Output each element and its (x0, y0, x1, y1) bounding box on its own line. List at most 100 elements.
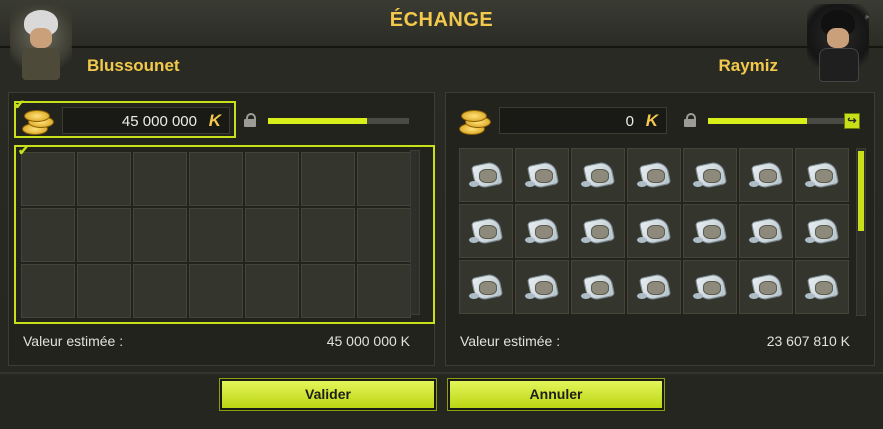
inventory-slot[interactable] (77, 208, 131, 262)
right-trade-panel: 0 K ↪ Valeur estimée : 23 607 810 K (445, 92, 875, 366)
kamas-coins-icon (459, 107, 491, 135)
lock-icon (684, 113, 696, 127)
validate-button[interactable]: Valider (219, 378, 437, 411)
scroll-item-icon (525, 213, 560, 247)
inventory-slot[interactable] (627, 148, 681, 202)
inventory-slot[interactable] (21, 208, 75, 262)
inventory-slot[interactable] (571, 260, 625, 314)
scroll-item-icon (749, 269, 784, 303)
inventory-slot[interactable] (515, 204, 569, 258)
inventory-slot[interactable] (515, 148, 569, 202)
right-kamas-box: 0 K (451, 101, 673, 138)
accept-toggle-icon[interactable]: ↪ (844, 113, 860, 129)
inventory-slot[interactable] (133, 264, 187, 318)
inventory-slot[interactable] (683, 204, 737, 258)
scroll-item-icon (693, 213, 728, 247)
inventory-slot[interactable] (357, 152, 411, 206)
scroll-item-icon (693, 269, 728, 303)
inventory-slot[interactable] (301, 264, 355, 318)
left-item-grid (21, 152, 411, 318)
exchange-window: ÉCHANGE ✕ Blussounet Raymiz ✔ 45 000 000… (0, 0, 883, 429)
inventory-slot[interactable] (571, 204, 625, 258)
scrollbar-thumb[interactable] (858, 151, 864, 231)
inventory-slot[interactable] (515, 260, 569, 314)
scroll-item-icon (469, 269, 504, 303)
inventory-slot[interactable] (245, 264, 299, 318)
inventory-slot[interactable] (77, 264, 131, 318)
inventory-slot[interactable] (21, 264, 75, 318)
right-progress-bar (708, 118, 849, 124)
inventory-slot[interactable] (189, 152, 243, 206)
scroll-item-icon (525, 269, 560, 303)
scroll-item-icon (525, 157, 560, 191)
scroll-item-icon (693, 157, 728, 191)
inventory-slot[interactable] (795, 204, 849, 258)
scroll-item-icon (581, 269, 616, 303)
inventory-slot[interactable] (357, 264, 411, 318)
scroll-item-icon (749, 213, 784, 247)
check-icon: ✔ (18, 143, 29, 158)
left-estimated-value: 45 000 000 K (326, 333, 410, 349)
right-kamas-value: 0 (625, 113, 634, 130)
inventory-slot[interactable] (795, 260, 849, 314)
scroll-item-icon (805, 157, 840, 191)
cancel-button[interactable]: Annuler (447, 378, 665, 411)
inventory-slot[interactable] (739, 260, 793, 314)
inventory-slot[interactable] (739, 204, 793, 258)
inventory-slot[interactable] (133, 152, 187, 206)
left-trade-panel: ✔ 45 000 000 K ✔ Valeur estimée : 45 000… (8, 92, 435, 366)
inventory-slot[interactable] (459, 148, 513, 202)
inventory-slot[interactable] (357, 208, 411, 262)
left-estimated-label: Valeur estimée : (23, 333, 124, 349)
right-player-name: Raymiz (718, 56, 778, 75)
scroll-item-icon (749, 157, 784, 191)
right-estimated-value: 23 607 810 K (766, 333, 850, 349)
title-bar: ÉCHANGE ✕ (0, 0, 883, 48)
left-scrollbar[interactable] (410, 150, 420, 315)
scroll-item-icon (637, 157, 672, 191)
inventory-slot[interactable] (683, 148, 737, 202)
inventory-slot[interactable] (245, 208, 299, 262)
left-progress-bar (268, 118, 409, 124)
inventory-slot[interactable] (459, 260, 513, 314)
scroll-item-icon (581, 157, 616, 191)
right-scrollbar[interactable] (856, 148, 866, 316)
inventory-slot[interactable] (301, 208, 355, 262)
scroll-item-icon (469, 213, 504, 247)
kamas-symbol: K (208, 111, 221, 130)
scroll-item-icon (637, 213, 672, 247)
inventory-slot[interactable] (77, 152, 131, 206)
left-player-name: Blussounet (87, 56, 180, 75)
inventory-slot[interactable] (627, 260, 681, 314)
inventory-slot[interactable] (571, 148, 625, 202)
inventory-slot[interactable] (21, 152, 75, 206)
inventory-slot[interactable] (245, 152, 299, 206)
right-item-grid (459, 148, 849, 314)
inventory-slot[interactable] (683, 260, 737, 314)
inventory-slot[interactable] (189, 208, 243, 262)
scroll-item-icon (637, 269, 672, 303)
lock-icon (244, 113, 256, 127)
kamas-coins-icon (22, 107, 54, 135)
inventory-slot[interactable] (301, 152, 355, 206)
inventory-slot[interactable] (459, 204, 513, 258)
left-kamas-input[interactable]: 45 000 000 K (62, 107, 230, 134)
right-player-avatar (807, 4, 869, 82)
right-estimated-label: Valeur estimée : (460, 333, 561, 349)
left-player-avatar (10, 4, 72, 82)
divider (0, 372, 883, 374)
right-progress-fill (708, 118, 807, 124)
left-kamas-value: 45 000 000 (121, 113, 197, 130)
inventory-slot[interactable] (627, 204, 681, 258)
inventory-slot[interactable] (739, 148, 793, 202)
right-kamas-display: 0 K (499, 107, 667, 134)
window-title: ÉCHANGE (389, 9, 494, 31)
scroll-item-icon (581, 213, 616, 247)
right-item-grid-frame (459, 145, 855, 315)
scroll-item-icon (805, 269, 840, 303)
inventory-slot[interactable] (795, 148, 849, 202)
scroll-item-icon (469, 157, 504, 191)
inventory-slot[interactable] (189, 264, 243, 318)
inventory-slot[interactable] (133, 208, 187, 262)
left-kamas-box: 45 000 000 K (14, 101, 236, 138)
